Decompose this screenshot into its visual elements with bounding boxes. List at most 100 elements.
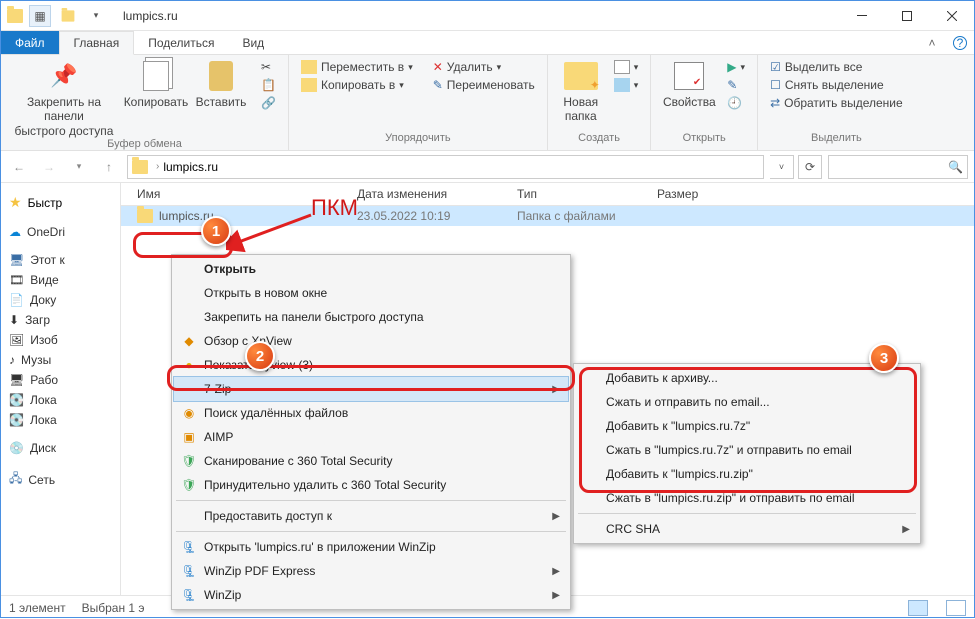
- tab-share[interactable]: Поделиться: [134, 31, 228, 54]
- paste-button[interactable]: Вставить: [193, 59, 249, 109]
- easy-access-button[interactable]: ▾: [610, 77, 643, 93]
- new-folder-button[interactable]: Новая папка: [556, 59, 606, 124]
- sidebar-item-this-pc[interactable]: 🖥Этот к: [1, 250, 120, 270]
- qat-new-folder-icon[interactable]: [57, 5, 79, 27]
- menu-item-label: WinZip: [204, 588, 241, 602]
- aimp-icon: ▣: [180, 430, 198, 444]
- sidebar-item-music[interactable]: ♪Музы: [1, 350, 120, 370]
- menu-item-label: Открыть в новом окне: [204, 286, 327, 300]
- column-date[interactable]: Дата изменения: [357, 187, 517, 201]
- sidebar-item-images[interactable]: 🖼Изоб: [1, 330, 120, 350]
- recent-button[interactable]: ▾: [67, 155, 91, 179]
- menu-item-honeyview[interactable]: ●Показать eyview (3): [174, 353, 568, 377]
- documents-icon: 📄: [9, 293, 24, 307]
- ribbon-collapse-button[interactable]: ˄: [918, 31, 946, 54]
- pin-label: Закрепить на панели быстрого доступа: [9, 95, 119, 138]
- help-button[interactable]: ?: [946, 31, 974, 54]
- search-input[interactable]: 🔍: [828, 155, 968, 179]
- delete-button[interactable]: ✕Удалить▾: [429, 59, 539, 75]
- navigation-sidebar[interactable]: ★Быстр ☁ OneDri 🖥Этот к 🎞Виде 📄Доку ⬇Загр…: [1, 183, 121, 595]
- cd-icon: 💿: [9, 441, 24, 455]
- sidebar-item-label: Загр: [25, 313, 50, 327]
- submenu-item-compress-email[interactable]: Сжать и отправить по email...: [576, 390, 918, 414]
- tab-file[interactable]: Файл: [1, 31, 59, 54]
- breadcrumb[interactable]: › lumpics.ru: [127, 155, 764, 179]
- chevron-right-icon[interactable]: ›: [156, 161, 159, 172]
- menu-item-grant-access[interactable]: Предоставить доступ к▶: [174, 504, 568, 528]
- properties-button[interactable]: Свойства: [659, 59, 719, 109]
- sidebar-item-cd[interactable]: 💿Диск: [1, 438, 120, 458]
- copy-button[interactable]: Копировать: [123, 59, 189, 109]
- qat-properties-icon[interactable]: ▦: [29, 5, 51, 27]
- pin-button[interactable]: 📌 Закрепить на панели быстрого доступа: [9, 59, 119, 138]
- tab-view[interactable]: Вид: [228, 31, 278, 54]
- refresh-button[interactable]: ⟳: [798, 155, 822, 179]
- sidebar-item-downloads[interactable]: ⬇Загр: [1, 310, 120, 330]
- desktop-icon: 🖥: [9, 373, 24, 387]
- history-button[interactable]: 🕘: [723, 95, 749, 111]
- menu-item-open[interactable]: Открыть: [174, 257, 568, 281]
- submenu-7zip: Добавить к архиву... Сжать и отправить п…: [573, 363, 921, 544]
- menu-item-open-winzip[interactable]: 🗜Открыть 'lumpics.ru' в приложении WinZi…: [174, 535, 568, 559]
- sidebar-item-documents[interactable]: 📄Доку: [1, 290, 120, 310]
- column-size[interactable]: Размер: [657, 187, 737, 201]
- sidebar-item-disk-d[interactable]: 💽Лока: [1, 410, 120, 430]
- open-with-button[interactable]: ▶▾: [723, 59, 749, 75]
- sidebar-item-network[interactable]: 🖧Сеть: [1, 466, 120, 493]
- submenu-item-add-7z[interactable]: Добавить к "lumpics.ru.7z": [576, 414, 918, 438]
- history-dropdown[interactable]: ˅: [770, 155, 794, 179]
- up-button[interactable]: ↑: [97, 155, 121, 179]
- copy-to-button[interactable]: Копировать в▾: [297, 77, 417, 93]
- copy-to-label: Копировать в: [321, 78, 395, 92]
- sidebar-item-disk-c[interactable]: 💽Лока: [1, 390, 120, 410]
- select-all-button[interactable]: ☑Выделить все: [766, 59, 907, 75]
- maximize-button[interactable]: [884, 1, 929, 31]
- edit-button[interactable]: ✎: [723, 77, 749, 93]
- sidebar-item-desktop[interactable]: 🖥Рабо: [1, 370, 120, 390]
- menu-item-winzip-pdf[interactable]: 🗜WinZip PDF Express▶: [174, 559, 568, 583]
- disk-icon: 💽: [9, 413, 24, 427]
- minimize-button[interactable]: [839, 1, 884, 31]
- sidebar-item-videos[interactable]: 🎞Виде: [1, 270, 120, 290]
- invert-selection-button[interactable]: ⇄Обратить выделение: [766, 95, 907, 111]
- column-type[interactable]: Тип: [517, 187, 657, 201]
- menu-item-label: Добавить к архиву...: [606, 371, 718, 385]
- view-details-button[interactable]: [908, 600, 928, 616]
- annotation-label-pkm: ПКМ: [311, 195, 358, 221]
- sidebar-item-onedrive[interactable]: ☁ OneDri: [1, 222, 120, 242]
- select-none-button[interactable]: ☐Снять выделение: [766, 77, 907, 93]
- rename-button[interactable]: ✎Переименовать: [429, 77, 539, 93]
- menu-item-pin-quick-access[interactable]: Закрепить на панели быстрого доступа: [174, 305, 568, 329]
- paste-shortcut-button[interactable]: 🔗: [257, 95, 280, 111]
- menu-item-xnview[interactable]: ◆Обзор с XnView: [174, 329, 568, 353]
- sidebar-item-quick-access[interactable]: ★Быстр: [1, 191, 120, 214]
- submenu-item-compress-zip-email[interactable]: Сжать в "lumpics.ru.zip" и отправить по …: [576, 486, 918, 510]
- tab-home[interactable]: Главная: [59, 31, 135, 55]
- submenu-item-add-archive[interactable]: Добавить к архиву...: [576, 366, 918, 390]
- menu-item-scan-360[interactable]: 🛡Сканирование с 360 Total Security: [174, 449, 568, 473]
- submenu-item-crc-sha[interactable]: CRC SHA▶: [576, 517, 918, 541]
- sidebar-item-label: OneDri: [27, 225, 65, 239]
- back-button[interactable]: ←: [7, 155, 31, 179]
- move-to-button[interactable]: Переместить в▾: [297, 59, 417, 75]
- menu-item-7zip[interactable]: 7-Zip▶: [174, 377, 568, 401]
- submenu-item-compress-7z-email[interactable]: Сжать в "lumpics.ru.7z" и отправить по e…: [576, 438, 918, 462]
- menu-item-aimp[interactable]: ▣AIMP: [174, 425, 568, 449]
- menu-item-open-new-window[interactable]: Открыть в новом окне: [174, 281, 568, 305]
- forward-button[interactable]: →: [37, 155, 61, 179]
- menu-item-search-deleted[interactable]: ◉Поиск удалённых файлов: [174, 401, 568, 425]
- status-selected: Выбран 1 э: [82, 601, 145, 615]
- group-clipboard-label: Буфер обмена: [9, 138, 280, 152]
- onedrive-icon: ☁: [9, 225, 21, 239]
- breadcrumb-current[interactable]: lumpics.ru: [163, 160, 218, 174]
- close-button[interactable]: [929, 1, 974, 31]
- column-headers[interactable]: Имя Дата изменения Тип Размер: [121, 183, 974, 206]
- menu-item-winzip[interactable]: 🗜WinZip▶: [174, 583, 568, 607]
- submenu-item-add-zip[interactable]: Добавить к "lumpics.ru.zip": [576, 462, 918, 486]
- menu-item-force-delete-360[interactable]: 🛡Принудительно удалить с 360 Total Secur…: [174, 473, 568, 497]
- cut-button[interactable]: ✂: [257, 59, 280, 75]
- view-large-button[interactable]: [946, 600, 966, 616]
- copy-path-button[interactable]: 📋: [257, 77, 280, 93]
- qat-dropdown-icon[interactable]: ▾: [85, 5, 107, 27]
- new-item-button[interactable]: ▾: [610, 59, 643, 75]
